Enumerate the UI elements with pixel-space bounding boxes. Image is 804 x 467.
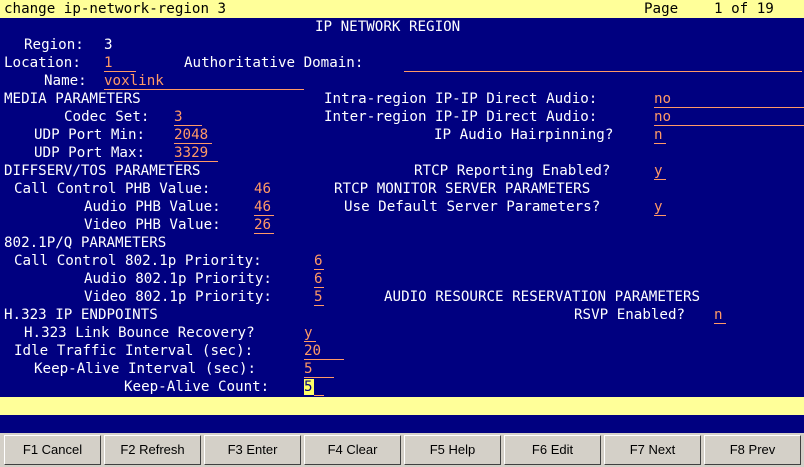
f8-prev-button[interactable]: F8 Prev <box>704 435 801 465</box>
rsvp-field[interactable]: n <box>714 306 726 324</box>
audio-phb-field[interactable]: 46 <box>254 198 274 216</box>
function-key-bar: F1 Cancel F2 Refresh F3 Enter F4 Clear F… <box>0 433 804 467</box>
udp-min-field[interactable]: 2048 <box>174 126 212 144</box>
default-server-label: Use Default Server Parameters? <box>344 199 601 215</box>
audio-phb-label: Audio PHB Value: <box>84 199 221 215</box>
keepalive-interval-label: Keep-Alive Interval (sec): <box>34 361 257 377</box>
audio-1p-label: Audio 802.1p Priority: <box>84 271 272 287</box>
intra-region-field[interactable]: no <box>654 90 804 108</box>
f4-clear-button[interactable]: F4 Clear <box>304 435 401 465</box>
cc-phb-field[interactable]: 46 <box>254 180 274 198</box>
message-bar <box>0 397 804 415</box>
hairpin-label: IP Audio Hairpinning? <box>434 127 614 143</box>
location-field[interactable]: 1 <box>104 54 136 72</box>
intra-region-label: Intra-region IP-IP Direct Audio: <box>324 91 598 107</box>
idle-interval-field[interactable]: 20 <box>304 342 344 360</box>
inter-region-label: Inter-region IP-IP Direct Audio: <box>324 109 598 125</box>
dot1p-section-heading: 802.1P/Q PARAMETERS <box>4 235 167 251</box>
rtcp-enabled-label: RTCP Reporting Enabled? <box>414 163 611 179</box>
hairpin-field[interactable]: n <box>654 126 666 144</box>
codec-set-label: Codec Set: <box>64 109 150 125</box>
cc-1p-field[interactable]: 6 <box>314 252 324 270</box>
rtcp-enabled-field[interactable]: y <box>654 162 666 180</box>
default-server-field[interactable]: y <box>654 198 666 216</box>
f1-cancel-button[interactable]: F1 Cancel <box>4 435 101 465</box>
bounce-label: H.323 Link Bounce Recovery? <box>24 325 255 341</box>
region-value: 3 <box>104 37 113 53</box>
udp-min-label: UDP Port Min: <box>34 127 146 143</box>
cc-1p-label: Call Control 802.1p Priority: <box>14 253 262 269</box>
name-label: Name: <box>44 73 87 89</box>
page-indicator: 1 of 19 <box>714 1 774 17</box>
f6-edit-button[interactable]: F6 Edit <box>504 435 601 465</box>
keepalive-interval-field[interactable]: 5 <box>304 360 334 378</box>
command-text: change ip-network-region 3 <box>4 1 227 17</box>
h323-section-heading: H.323 IP ENDPOINTS <box>4 307 158 323</box>
keepalive-count-underline <box>314 378 324 396</box>
auth-domain-field[interactable] <box>404 54 802 72</box>
audio-1p-field[interactable]: 6 <box>314 270 324 288</box>
name-field[interactable]: voxlink <box>104 72 304 90</box>
page-label: Page <box>644 1 679 17</box>
cc-phb-label: Call Control PHB Value: <box>14 181 211 197</box>
udp-max-field[interactable]: 3329 <box>174 144 218 162</box>
rtcp-monitor-heading: RTCP MONITOR SERVER PARAMETERS <box>334 181 591 197</box>
f2-refresh-button[interactable]: F2 Refresh <box>104 435 201 465</box>
video-1p-field[interactable]: 5 <box>314 288 324 306</box>
video-phb-field[interactable]: 26 <box>254 216 274 234</box>
keepalive-count-label: Keep-Alive Count: <box>124 379 270 395</box>
arr-section-heading: AUDIO RESOURCE RESERVATION PARAMETERS <box>384 289 701 305</box>
udp-max-label: UDP Port Max: <box>34 145 146 161</box>
diffserv-section-heading: DIFFSERV/TOS PARAMETERS <box>4 163 201 179</box>
form-title: IP NETWORK REGION <box>315 19 461 35</box>
idle-interval-label: Idle Traffic Interval (sec): <box>14 343 254 359</box>
auth-domain-label: Authoritative Domain: <box>184 55 364 71</box>
command-bar: change ip-network-region 3 Page 1 of 19 <box>0 0 804 18</box>
region-label: Region: <box>24 37 84 53</box>
codec-set-field[interactable]: 3 <box>174 108 202 126</box>
inter-region-field[interactable]: no <box>654 108 804 126</box>
rsvp-label: RSVP Enabled? <box>574 307 686 323</box>
keepalive-count-field[interactable]: 5 <box>304 379 314 395</box>
media-section-heading: MEDIA PARAMETERS <box>4 91 141 107</box>
video-phb-label: Video PHB Value: <box>84 217 221 233</box>
f7-next-button[interactable]: F7 Next <box>604 435 701 465</box>
location-label: Location: <box>4 55 81 71</box>
f5-help-button[interactable]: F5 Help <box>404 435 501 465</box>
video-1p-label: Video 802.1p Priority: <box>84 289 272 305</box>
bounce-field[interactable]: y <box>304 324 316 342</box>
f3-enter-button[interactable]: F3 Enter <box>204 435 301 465</box>
